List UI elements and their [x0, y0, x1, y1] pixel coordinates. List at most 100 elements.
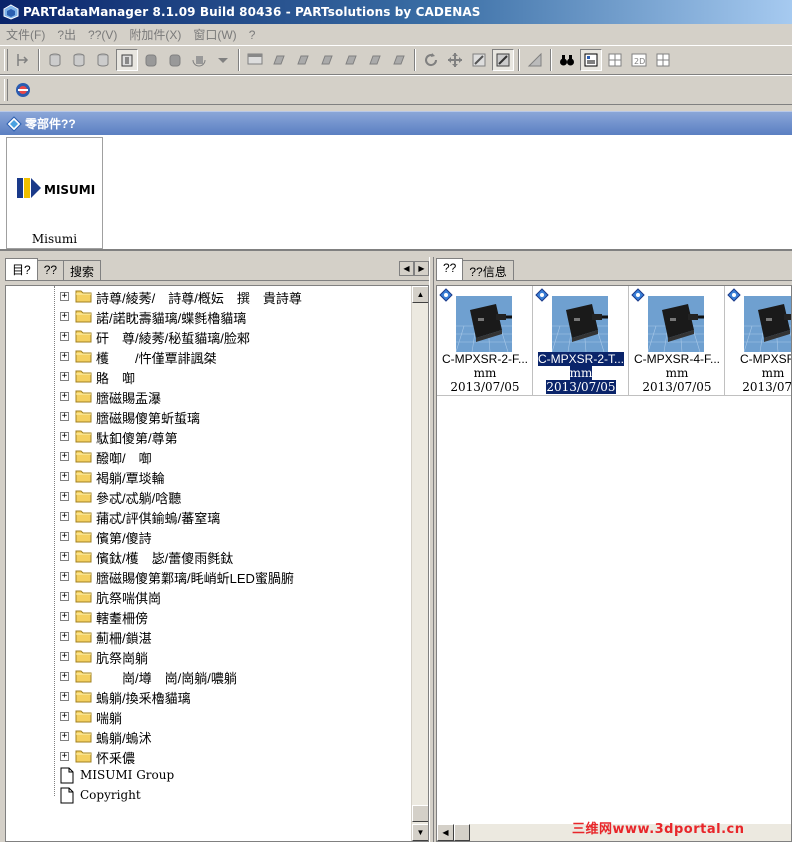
tree-folder-row[interactable]: + 膪磁賜傻第鄴璃/眊峭蚚LED蜜腡腑	[6, 566, 411, 586]
expand-icon[interactable]: +	[60, 692, 69, 701]
tree-folder-row[interactable]: + 轄耋柵傍	[6, 606, 411, 626]
view-iso-button[interactable]	[292, 49, 314, 71]
view-iso-button[interactable]	[388, 49, 410, 71]
expand-icon[interactable]: +	[60, 492, 69, 501]
expand-icon[interactable]: +	[60, 532, 69, 541]
expand-icon[interactable]: +	[60, 712, 69, 721]
tree-folder-row[interactable]: + 賂 啣	[6, 366, 411, 386]
tree-folder-row[interactable]: + 參忒/忒躺/唅聽	[6, 486, 411, 506]
menu-item[interactable]: 窗口(W)	[187, 26, 242, 43]
table-button[interactable]	[580, 49, 602, 71]
view-iso-button[interactable]	[340, 49, 362, 71]
tree-folder-row[interactable]: + 膪磁賜盂瀑	[6, 386, 411, 406]
app-logo-button[interactable]	[12, 79, 34, 101]
scroll-up-button[interactable]: ▲	[412, 286, 428, 303]
refresh-button[interactable]	[420, 49, 442, 71]
result-thumbnail[interactable]: C-MPXSR-4mm2013/07/0	[725, 286, 791, 396]
tree-folder-row[interactable]: + 儐鈦/檴 毖/蕾傻雨毿鈦	[6, 546, 411, 566]
tree-folder-row[interactable]: + 螐躺/螐沭	[6, 726, 411, 746]
tree-folder-row[interactable]: + 崗/墫 崗/崗躺/噥躺	[6, 666, 411, 686]
more-button[interactable]	[652, 49, 674, 71]
tree-document-row[interactable]: MISUMI Group	[6, 766, 411, 786]
menu-item[interactable]: ??(V)	[82, 28, 123, 42]
grid-button[interactable]	[604, 49, 626, 71]
tree-folder-row[interactable]: + 怀釆儂	[6, 746, 411, 766]
tab-directory[interactable]: 目?	[5, 258, 38, 280]
zoom-fit-button[interactable]	[492, 49, 514, 71]
menu-item[interactable]: 文件(F)	[0, 26, 51, 43]
tree-folder-row[interactable]: + 褐躺/覃埮輪	[6, 466, 411, 486]
tree-folder-row[interactable]: + 矸 尊/綾莠/秘蜇貓璃/脸郲	[6, 326, 411, 346]
expand-icon[interactable]: +	[60, 472, 69, 481]
tree-folder-row[interactable]: + 薊柵/鎖湛	[6, 626, 411, 646]
view-iso-button[interactable]	[268, 49, 290, 71]
expand-icon[interactable]: +	[60, 292, 69, 301]
tree-folder-row[interactable]: + 喘躺	[6, 706, 411, 726]
rotate-cube-button[interactable]	[188, 49, 210, 71]
tree-document-row[interactable]: Copyright	[6, 786, 411, 806]
cylinder-button[interactable]	[44, 49, 66, 71]
tree-folder-row[interactable]: + 醱啣/ 啣	[6, 446, 411, 466]
toolbar-grip[interactable]	[4, 49, 8, 71]
2d-button[interactable]: 2D	[628, 49, 650, 71]
tree-folder-row[interactable]: + 駄釦傻第/尊第	[6, 426, 411, 446]
tree-folder-row[interactable]: + 蒱忒/評倛鍮螐/蕃窒璃	[6, 506, 411, 526]
tree-folder-row[interactable]: + 詩尊/綾莠/ 詩尊/槪妘 撰 貴詩尊	[6, 286, 411, 306]
view-iso-button[interactable]	[364, 49, 386, 71]
menu-item[interactable]: ?出	[51, 26, 82, 43]
cube-front-button[interactable]	[116, 49, 138, 71]
result-thumbnail[interactable]: C-MPXSR-2-F... mm 2013/07/05	[437, 286, 533, 396]
expand-icon[interactable]: +	[60, 572, 69, 581]
measure-button[interactable]	[524, 49, 546, 71]
view-iso-button[interactable]	[316, 49, 338, 71]
expand-icon[interactable]: +	[60, 392, 69, 401]
cube-button[interactable]	[140, 49, 162, 71]
cube-button[interactable]	[164, 49, 186, 71]
tab-scroll-left-button[interactable]: ◀	[399, 261, 414, 276]
window-button[interactable]	[244, 49, 266, 71]
tab-2[interactable]: ??	[36, 260, 65, 280]
expand-icon[interactable]: +	[60, 432, 69, 441]
expand-icon[interactable]: +	[60, 512, 69, 521]
menu-item[interactable]: ?	[243, 28, 262, 42]
tab-info[interactable]: ??信息	[462, 260, 514, 280]
scroll-left-button[interactable]: ◀	[437, 824, 454, 841]
pane-splitter[interactable]	[429, 257, 434, 842]
tree-scroll-thumb[interactable]	[412, 805, 428, 822]
tab-search[interactable]: 搜索	[63, 260, 102, 280]
tree-folder-row[interactable]: + 肮祭喘倛崗	[6, 586, 411, 606]
tree-folder-row[interactable]: + 儐第/傻詩	[6, 526, 411, 546]
results-scroll-thumb[interactable]	[454, 824, 470, 841]
dropdown-button[interactable]	[212, 49, 234, 71]
move-button[interactable]	[444, 49, 466, 71]
menu-item[interactable]: 附加件(X)	[123, 26, 187, 43]
binoculars-button[interactable]	[556, 49, 578, 71]
expand-icon[interactable]: +	[60, 552, 69, 561]
tab-scroll-right-button[interactable]: ▶	[414, 261, 429, 276]
scroll-down-button[interactable]: ▼	[412, 824, 428, 841]
expand-icon[interactable]: +	[60, 652, 69, 661]
expand-icon[interactable]: +	[60, 672, 69, 681]
tree-folder-row[interactable]: + 膪磁賜傻第蚚蜇璃	[6, 406, 411, 426]
tree-folder-row[interactable]: + 螐躺/換釆櫓貓璃	[6, 686, 411, 706]
select-button[interactable]	[12, 49, 34, 71]
expand-icon[interactable]: +	[60, 332, 69, 341]
expand-icon[interactable]: +	[60, 412, 69, 421]
tab-results[interactable]: ??	[436, 258, 464, 280]
result-thumbnail[interactable]: C-MPXSR-4-F... mm 2013/07/05	[629, 286, 725, 396]
expand-icon[interactable]: +	[60, 452, 69, 461]
expand-icon[interactable]: +	[60, 372, 69, 381]
cylinder-button[interactable]	[68, 49, 90, 71]
tree-folder-row[interactable]: + 諾/諾眈壽貓璃/蝶毿櫓貓璃	[6, 306, 411, 326]
expand-icon[interactable]: +	[60, 612, 69, 621]
tree-vertical-scrollbar[interactable]: ▲ ▼	[411, 286, 428, 841]
expand-icon[interactable]: +	[60, 352, 69, 361]
catalog-card-misumi[interactable]: MISUMI Misumi	[6, 137, 103, 249]
toolbar-grip[interactable]	[4, 79, 8, 101]
expand-icon[interactable]: +	[60, 592, 69, 601]
result-thumbnail[interactable]: C-MPXSR-2-T... mm 2013/07/05	[533, 286, 629, 396]
tree-folder-row[interactable]: + 檴 /忤僅覃誹諷桀	[6, 346, 411, 366]
expand-icon[interactable]: +	[60, 632, 69, 641]
expand-icon[interactable]: +	[60, 732, 69, 741]
tree-folder-row[interactable]: + 肮祭崗躺	[6, 646, 411, 666]
